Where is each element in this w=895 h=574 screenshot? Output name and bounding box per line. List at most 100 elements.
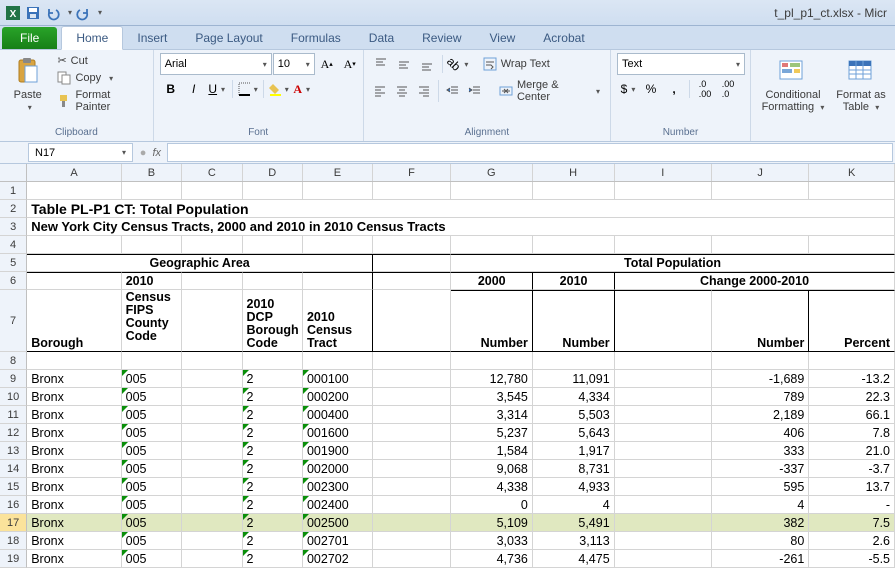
- fill-color-button[interactable]: ▾: [268, 78, 290, 100]
- cell[interactable]: 005: [122, 370, 182, 388]
- cell[interactable]: 2010 Census Tract: [303, 290, 373, 352]
- cell[interactable]: [373, 550, 451, 568]
- cell[interactable]: 5,643: [533, 424, 615, 442]
- cell[interactable]: 005: [122, 388, 182, 406]
- cell[interactable]: [615, 388, 712, 406]
- worksheet[interactable]: A B C D E F G H I J K 12Table PL-P1 CT: …: [0, 164, 895, 568]
- col-header[interactable]: G: [451, 164, 533, 181]
- cell[interactable]: [373, 352, 451, 370]
- cell[interactable]: 2,189: [712, 406, 809, 424]
- cell[interactable]: [27, 182, 121, 200]
- cell[interactable]: [615, 460, 712, 478]
- cell[interactable]: 21.0: [809, 442, 895, 460]
- paste-button[interactable]: Paste▾: [6, 53, 49, 114]
- cell[interactable]: [303, 352, 373, 370]
- cell[interactable]: [303, 182, 373, 200]
- cell[interactable]: [373, 388, 451, 406]
- decrease-indent-button[interactable]: [443, 80, 464, 102]
- cell[interactable]: [243, 272, 303, 290]
- underline-button[interactable]: U▾: [206, 78, 228, 100]
- cell[interactable]: [373, 182, 451, 200]
- cell[interactable]: 13.7: [809, 478, 895, 496]
- cell[interactable]: Bronx: [27, 550, 121, 568]
- cell[interactable]: [615, 424, 712, 442]
- row-header[interactable]: 5: [0, 254, 27, 272]
- cell[interactable]: [27, 272, 121, 290]
- cell[interactable]: 3,545: [451, 388, 533, 406]
- cell[interactable]: [373, 514, 451, 532]
- cell[interactable]: 12,780: [451, 370, 533, 388]
- col-header[interactable]: K: [809, 164, 895, 181]
- cell[interactable]: 406: [712, 424, 809, 442]
- name-box[interactable]: N17▾: [28, 143, 133, 162]
- cell[interactable]: 595: [712, 478, 809, 496]
- cell[interactable]: 4,334: [533, 388, 615, 406]
- cell[interactable]: 0: [451, 496, 533, 514]
- cell[interactable]: [615, 406, 712, 424]
- cell[interactable]: [373, 532, 451, 550]
- row-header[interactable]: 19: [0, 550, 27, 568]
- cell[interactable]: [615, 496, 712, 514]
- cell-title[interactable]: Table PL-P1 CT: Total Population: [27, 200, 895, 218]
- col-header[interactable]: J: [712, 164, 809, 181]
- cell[interactable]: 2.6: [809, 532, 895, 550]
- cell[interactable]: 2000: [451, 272, 533, 290]
- cell[interactable]: 2010: [122, 272, 182, 290]
- cell[interactable]: [615, 290, 712, 352]
- cell[interactable]: [182, 514, 242, 532]
- row-header[interactable]: 1: [0, 182, 27, 200]
- align-middle-button[interactable]: [393, 53, 415, 75]
- cell[interactable]: [373, 424, 451, 442]
- cell[interactable]: 7.8: [809, 424, 895, 442]
- cell[interactable]: [182, 460, 242, 478]
- cell[interactable]: [373, 254, 451, 272]
- cell[interactable]: [243, 182, 303, 200]
- cell[interactable]: 005: [122, 496, 182, 514]
- cell[interactable]: [373, 370, 451, 388]
- cell[interactable]: Census FIPS County Code: [122, 290, 182, 352]
- cell[interactable]: [533, 352, 615, 370]
- cell[interactable]: [182, 236, 242, 254]
- cell[interactable]: [243, 236, 303, 254]
- qat-customize-icon[interactable]: ▾: [98, 8, 102, 17]
- cell[interactable]: 2: [243, 550, 303, 568]
- fx-button[interactable]: ●fx: [133, 142, 167, 163]
- cell[interactable]: 002500: [303, 514, 373, 532]
- cell[interactable]: Bronx: [27, 532, 121, 550]
- format-as-table-button[interactable]: Format as Table ▾: [833, 53, 889, 114]
- col-header[interactable]: F: [373, 164, 451, 181]
- cell[interactable]: 1,584: [451, 442, 533, 460]
- tab-review[interactable]: Review: [408, 27, 475, 49]
- cell[interactable]: [615, 478, 712, 496]
- copy-button[interactable]: Copy▾: [53, 70, 146, 86]
- cell[interactable]: Bronx: [27, 424, 121, 442]
- cell[interactable]: 2: [243, 370, 303, 388]
- row-header[interactable]: 2: [0, 200, 27, 218]
- row-header[interactable]: 16: [0, 496, 27, 514]
- redo-icon[interactable]: [74, 4, 92, 22]
- cell[interactable]: 2: [243, 496, 303, 514]
- tab-view[interactable]: View: [476, 27, 530, 49]
- tab-formulas[interactable]: Formulas: [277, 27, 355, 49]
- cell[interactable]: 5,109: [451, 514, 533, 532]
- merge-center-button[interactable]: Merge & Center▾: [495, 78, 604, 104]
- cell[interactable]: [615, 532, 712, 550]
- cell[interactable]: 3,113: [533, 532, 615, 550]
- percent-format-button[interactable]: %: [640, 78, 662, 100]
- cell[interactable]: -13.2: [809, 370, 895, 388]
- cell[interactable]: 005: [122, 406, 182, 424]
- number-format-combo[interactable]: Text▾: [617, 53, 745, 75]
- cell[interactable]: Bronx: [27, 442, 121, 460]
- cell[interactable]: [182, 424, 242, 442]
- col-header[interactable]: H: [533, 164, 615, 181]
- cell[interactable]: [451, 182, 533, 200]
- cell[interactable]: [182, 496, 242, 514]
- cell[interactable]: [122, 352, 182, 370]
- cell[interactable]: Number: [712, 290, 809, 352]
- cell[interactable]: 2: [243, 406, 303, 424]
- cell[interactable]: [182, 388, 242, 406]
- cell[interactable]: -1,689: [712, 370, 809, 388]
- cell[interactable]: 005: [122, 550, 182, 568]
- cell[interactable]: [809, 236, 895, 254]
- col-header[interactable]: C: [182, 164, 242, 181]
